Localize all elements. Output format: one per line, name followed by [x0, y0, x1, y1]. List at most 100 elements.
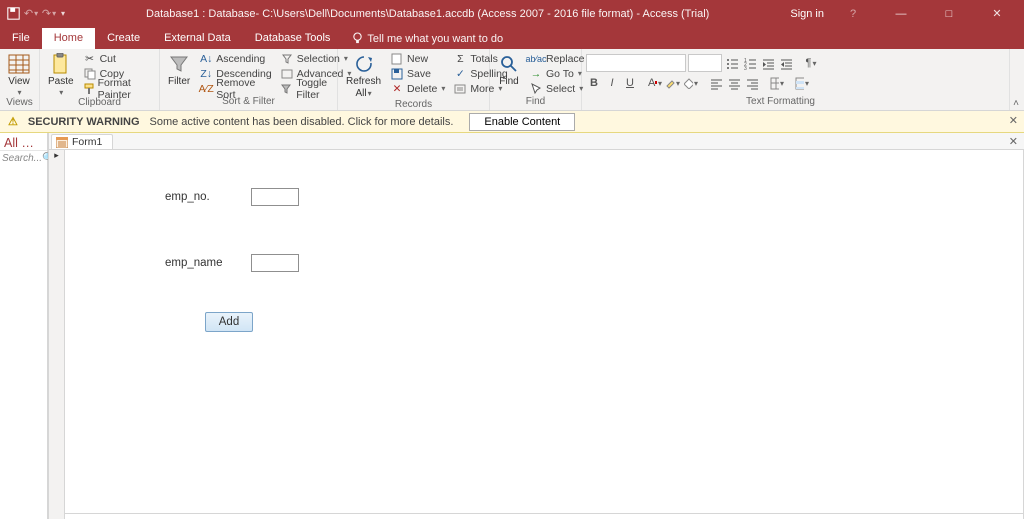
form-area: emp_no. emp_name Add: [65, 150, 1023, 519]
group-records-label: Records: [342, 99, 485, 111]
tell-me[interactable]: Tell me what you want to do: [342, 28, 513, 49]
sign-in-link[interactable]: Sign in: [790, 8, 824, 20]
navigation-pane[interactable]: All … Search...🔍: [0, 133, 48, 519]
text-direction-icon[interactable]: ¶▾: [803, 55, 819, 71]
tab-external-data[interactable]: External Data: [152, 28, 243, 49]
undo-icon[interactable]: ↶▾: [24, 7, 38, 21]
tab-file[interactable]: File: [0, 28, 42, 49]
record-selector-arrow-icon: ▸: [49, 150, 64, 161]
form-body: ▸ emp_no. emp_name Add: [49, 150, 1024, 519]
security-warning-bar: ⚠ SECURITY WARNING Some active content h…: [0, 111, 1024, 133]
new-record-button[interactable]: New: [387, 51, 448, 66]
document-tab-form1[interactable]: Form1: [51, 134, 113, 149]
align-center-icon[interactable]: [726, 75, 742, 91]
maximize-icon[interactable]: □: [930, 0, 968, 27]
gridlines-icon[interactable]: ▾: [769, 75, 785, 91]
descending-icon: Z↓: [199, 67, 213, 81]
select-button[interactable]: Select▾: [526, 81, 588, 96]
workspace: All … Search...🔍 Form1 ✕ ▸ emp_no. emp_n…: [0, 133, 1024, 519]
emp-no-label: emp_no.: [165, 191, 235, 203]
svg-text:3: 3: [744, 66, 747, 70]
nav-search[interactable]: Search...🔍: [0, 151, 47, 166]
ascending-button[interactable]: A↓Ascending: [196, 51, 274, 66]
document-tabs: Form1 ✕: [49, 133, 1024, 150]
delete-icon: ✕: [390, 82, 404, 96]
enable-content-button[interactable]: Enable Content: [469, 113, 575, 131]
highlight-icon[interactable]: ▾: [665, 75, 681, 91]
collapse-ribbon-icon[interactable]: ˄: [1010, 98, 1024, 109]
view-button[interactable]: View ▾: [4, 51, 34, 97]
copy-icon: [83, 67, 97, 81]
bold-icon[interactable]: B: [586, 75, 602, 91]
window-title: Database1 : Database- C:\Users\Dell\Docu…: [65, 8, 790, 20]
delete-record-button[interactable]: ✕Delete▾: [387, 81, 448, 96]
save-icon[interactable]: [6, 7, 20, 21]
remove-sort-button[interactable]: A⁄ZRemove Sort: [196, 81, 274, 96]
field-row-emp-no: emp_no.: [165, 188, 299, 206]
select-icon: [529, 82, 543, 96]
field-row-emp-name: emp_name: [165, 254, 299, 272]
bullets-icon[interactable]: [724, 55, 740, 71]
close-document-icon[interactable]: ✕: [1009, 135, 1018, 148]
document-tab-label: Form1: [72, 136, 102, 148]
security-message[interactable]: Some active content has been disabled. C…: [150, 116, 454, 128]
replace-icon: ab⁄ac: [529, 52, 543, 66]
alt-row-color-icon[interactable]: ▾: [794, 75, 810, 91]
filter-icon: [168, 53, 190, 75]
tab-home[interactable]: Home: [42, 28, 95, 49]
increase-indent-icon[interactable]: [760, 55, 776, 71]
security-title: SECURITY WARNING: [28, 116, 140, 128]
ribbon-tabs: File Home Create External Data Database …: [0, 27, 1024, 49]
add-button[interactable]: Add: [205, 312, 253, 332]
tab-database-tools[interactable]: Database Tools: [243, 28, 343, 49]
minimize-icon[interactable]: —: [882, 0, 920, 27]
datasheet-view-icon: [8, 53, 30, 75]
underline-icon[interactable]: U: [622, 75, 638, 91]
nav-header[interactable]: All …: [0, 133, 47, 151]
help-icon[interactable]: ?: [834, 0, 872, 27]
format-painter-button[interactable]: Format Painter: [80, 81, 155, 96]
close-security-icon[interactable]: ✕: [1009, 114, 1018, 127]
group-find-label: Find: [494, 96, 577, 110]
record-selector[interactable]: ▸: [49, 150, 65, 519]
refresh-all-button[interactable]: Refresh All▾: [342, 51, 385, 99]
emp-name-input[interactable]: [251, 254, 299, 272]
lightbulb-icon: [352, 32, 363, 45]
paste-button[interactable]: Paste ▾: [44, 51, 78, 97]
group-textfmt-label: Text Formatting: [586, 96, 1005, 110]
decrease-indent-icon[interactable]: [778, 55, 794, 71]
tab-create[interactable]: Create: [95, 28, 152, 49]
ribbon: View ▾ Views Paste ▾ ✂Cut Copy Format Pa…: [0, 49, 1024, 111]
selection-icon: [280, 52, 294, 66]
cut-button[interactable]: ✂Cut: [80, 51, 155, 66]
group-views-label: Views: [4, 97, 35, 110]
font-color-icon[interactable]: A▾: [647, 75, 663, 91]
emp-name-label: emp_name: [165, 257, 235, 269]
font-name-combo[interactable]: [586, 54, 686, 72]
find-button[interactable]: Find: [494, 51, 524, 87]
new-icon: [390, 52, 404, 66]
form-footer-divider: [65, 513, 1023, 519]
close-icon[interactable]: ✕: [978, 0, 1016, 27]
advanced-icon: [280, 67, 294, 81]
totals-icon: Σ: [453, 52, 467, 66]
toggle-filter-icon: [280, 82, 294, 96]
remove-sort-icon: A⁄Z: [199, 82, 213, 96]
goto-button[interactable]: →Go To▾: [526, 66, 588, 81]
save-record-button[interactable]: Save: [387, 66, 448, 81]
align-left-icon[interactable]: [708, 75, 724, 91]
replace-button[interactable]: ab⁄acReplace: [526, 51, 588, 66]
format-painter-icon: [83, 82, 95, 96]
numbering-icon[interactable]: 123: [742, 55, 758, 71]
save-record-icon: [390, 67, 404, 81]
italic-icon[interactable]: I: [604, 75, 620, 91]
goto-icon: →: [529, 67, 543, 81]
emp-no-input[interactable]: [251, 188, 299, 206]
filter-button[interactable]: Filter: [164, 51, 194, 87]
ascending-icon: A↓: [199, 52, 213, 66]
redo-icon[interactable]: ↷▾: [42, 7, 56, 21]
font-size-combo[interactable]: [688, 54, 722, 72]
fill-color-icon[interactable]: ▾: [683, 75, 699, 91]
align-right-icon[interactable]: [744, 75, 760, 91]
title-bar: ↶▾ ↷▾ ▾ Database1 : Database- C:\Users\D…: [0, 0, 1024, 27]
